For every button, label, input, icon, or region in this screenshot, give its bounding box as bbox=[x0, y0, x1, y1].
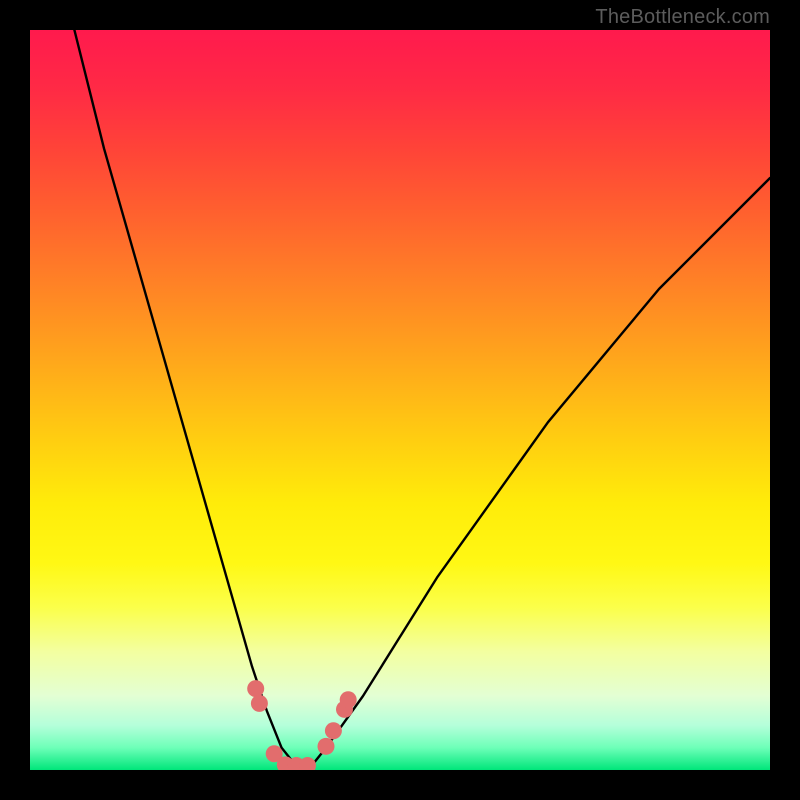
chart-frame: TheBottleneck.com bbox=[0, 0, 800, 800]
marker-group bbox=[247, 680, 357, 770]
data-marker bbox=[318, 738, 335, 755]
bottleneck-curve bbox=[74, 30, 770, 766]
data-marker bbox=[251, 695, 268, 712]
data-marker bbox=[325, 722, 342, 739]
watermark-text: TheBottleneck.com bbox=[595, 6, 770, 29]
data-marker bbox=[247, 680, 264, 697]
chart-svg bbox=[30, 30, 770, 770]
plot-area bbox=[30, 30, 770, 770]
data-marker bbox=[340, 691, 357, 708]
